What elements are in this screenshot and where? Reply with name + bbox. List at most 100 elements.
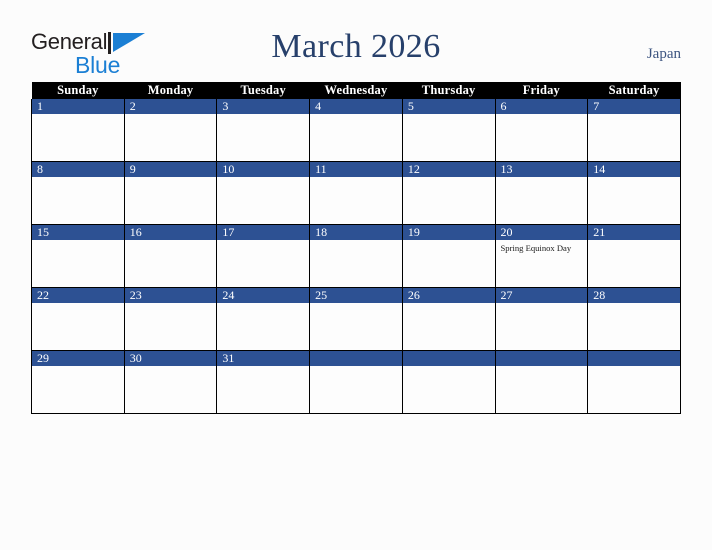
day-events bbox=[310, 303, 402, 306]
day-number: 23 bbox=[124, 288, 217, 303]
calendar-day-cell[interactable]: 25 bbox=[309, 287, 403, 351]
day-events bbox=[588, 114, 680, 117]
day-events bbox=[496, 177, 588, 180]
calendar-day-cell[interactable]: 5 bbox=[401, 99, 496, 162]
day-number: 24 bbox=[217, 288, 310, 303]
day-events bbox=[310, 114, 402, 117]
day-events bbox=[496, 114, 588, 117]
day-number: 16 bbox=[124, 225, 217, 240]
day-number: 13 bbox=[495, 162, 588, 177]
day-number: 5 bbox=[402, 99, 495, 114]
day-number: 9 bbox=[124, 162, 217, 177]
calendar-page: General Blue March 2026 Japan Sunday Mon… bbox=[0, 0, 712, 550]
calendar-day-cell[interactable]: 11 bbox=[309, 161, 403, 225]
day-events bbox=[125, 303, 217, 306]
day-number: 7 bbox=[588, 99, 680, 114]
calendar-day-cell[interactable]: 26 bbox=[401, 287, 496, 351]
weekday-header-sunday: Sunday bbox=[31, 82, 125, 99]
calendar-day-cell[interactable]: 1 bbox=[31, 99, 125, 162]
calendar-day-cell[interactable]: 19 bbox=[401, 224, 496, 288]
calendar-day-cell[interactable]: 29 bbox=[31, 350, 125, 414]
day-number: 14 bbox=[588, 162, 680, 177]
calendar-day-cell[interactable]: 13 bbox=[494, 161, 589, 225]
calendar-day-cell[interactable] bbox=[401, 350, 496, 414]
weekday-header-thursday: Thursday bbox=[402, 82, 496, 99]
day-events bbox=[217, 114, 309, 117]
page-header: General Blue March 2026 Japan bbox=[0, 0, 712, 82]
day-events bbox=[32, 303, 124, 306]
day-number: 12 bbox=[402, 162, 495, 177]
day-number: 18 bbox=[310, 225, 402, 240]
day-events bbox=[403, 114, 495, 117]
calendar-day-cell[interactable]: 17 bbox=[216, 224, 311, 288]
weekday-header-tuesday: Tuesday bbox=[216, 82, 310, 99]
country-label: Japan bbox=[646, 46, 681, 62]
calendar-day-cell[interactable]: 20 Spring Equinox Day bbox=[494, 224, 589, 288]
day-events bbox=[32, 366, 124, 369]
day-events bbox=[403, 303, 495, 306]
calendar-day-cell[interactable]: 14 bbox=[587, 161, 681, 225]
calendar-week-row: 29 30 31 bbox=[31, 350, 681, 414]
calendar-day-cell[interactable]: 24 bbox=[216, 287, 311, 351]
day-events bbox=[310, 240, 402, 243]
day-number: 6 bbox=[495, 99, 588, 114]
day-number: 25 bbox=[310, 288, 402, 303]
calendar-day-cell[interactable]: 27 bbox=[494, 287, 589, 351]
day-number bbox=[495, 351, 588, 366]
weekday-header-wednesday: Wednesday bbox=[309, 82, 403, 99]
calendar-day-cell[interactable]: 23 bbox=[123, 287, 218, 351]
calendar-day-cell[interactable]: 2 bbox=[123, 99, 218, 162]
day-number bbox=[588, 351, 680, 366]
calendar-day-cell[interactable]: 8 bbox=[31, 161, 125, 225]
day-events bbox=[217, 177, 309, 180]
day-number: 10 bbox=[217, 162, 310, 177]
day-number bbox=[402, 351, 495, 366]
calendar-body: 1 2 3 4 5 6 7 8 9 10 11 12 13 14 15 16 17 18 19 20 Spring Eq… bbox=[31, 99, 681, 414]
calendar-day-cell[interactable]: 16 bbox=[123, 224, 218, 288]
weekday-header-monday: Monday bbox=[124, 82, 217, 99]
day-events: Spring Equinox Day bbox=[496, 240, 588, 254]
day-events bbox=[217, 303, 309, 306]
calendar-day-cell[interactable]: 7 bbox=[587, 99, 681, 162]
calendar-day-cell[interactable] bbox=[309, 350, 403, 414]
calendar-day-cell[interactable]: 21 bbox=[587, 224, 681, 288]
calendar-week-row: 1234567 bbox=[31, 99, 681, 162]
calendar-day-cell[interactable]: 3 bbox=[216, 99, 311, 162]
calendar-day-cell[interactable]: 15 bbox=[31, 224, 125, 288]
calendar-day-cell[interactable]: 4 bbox=[309, 99, 403, 162]
day-events bbox=[588, 240, 680, 243]
day-events bbox=[403, 177, 495, 180]
calendar-day-cell[interactable]: 22 bbox=[31, 287, 125, 351]
calendar-header-row: Sunday Monday Tuesday Wednesday Thursday… bbox=[31, 82, 681, 99]
day-number: 15 bbox=[32, 225, 124, 240]
day-number: 19 bbox=[402, 225, 495, 240]
calendar-day-cell[interactable]: 10 bbox=[216, 161, 311, 225]
day-number: 1 bbox=[32, 99, 124, 114]
day-events bbox=[403, 240, 495, 243]
day-number: 29 bbox=[32, 351, 124, 366]
calendar-day-cell[interactable] bbox=[587, 350, 681, 414]
day-number: 21 bbox=[588, 225, 680, 240]
calendar-day-cell[interactable] bbox=[494, 350, 589, 414]
calendar-day-cell[interactable]: 12 bbox=[401, 161, 496, 225]
day-number: 8 bbox=[32, 162, 124, 177]
weekday-header-friday: Friday bbox=[495, 82, 588, 99]
calendar-day-cell[interactable]: 28 bbox=[587, 287, 681, 351]
day-number: 17 bbox=[217, 225, 310, 240]
day-events bbox=[32, 240, 124, 243]
calendar-day-cell[interactable]: 30 bbox=[123, 350, 218, 414]
day-number: 22 bbox=[32, 288, 124, 303]
calendar-day-cell[interactable]: 31 bbox=[216, 350, 311, 414]
day-number: 26 bbox=[402, 288, 495, 303]
day-number: 3 bbox=[217, 99, 310, 114]
day-events bbox=[125, 177, 217, 180]
day-number: 4 bbox=[310, 99, 402, 114]
calendar-day-cell[interactable]: 18 bbox=[309, 224, 403, 288]
day-events bbox=[310, 177, 402, 180]
calendar-week-row: 8 9 10 11 12 13 14 bbox=[31, 161, 681, 225]
calendar-day-cell[interactable]: 9 bbox=[123, 161, 218, 225]
day-events bbox=[588, 303, 680, 306]
calendar-day-cell[interactable]: 6 bbox=[494, 99, 589, 162]
day-events bbox=[125, 114, 217, 117]
day-events bbox=[588, 177, 680, 180]
